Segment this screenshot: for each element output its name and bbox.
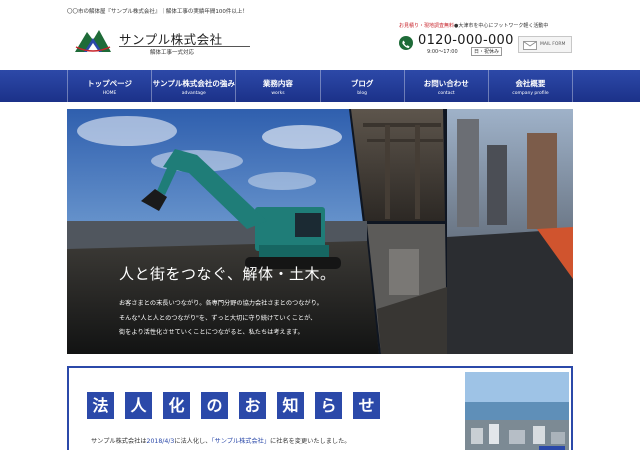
mail-form-label: MAIL FORM: [540, 42, 566, 47]
phone-number[interactable]: 0120-000-000: [418, 33, 514, 48]
hero-line-1: お客さまとの末長いつながり。各専門分野の協力会社さまとのつながり。: [119, 300, 323, 307]
news-title-char: 法: [87, 392, 114, 419]
news-title-char: の: [201, 392, 228, 419]
news-title-char: お: [239, 392, 266, 419]
global-nav: トップページ HOME サンプル株式会社の強み advantage 業務内容 w…: [0, 70, 640, 102]
nav-label: 会社概要: [515, 79, 546, 88]
phone-icon: [399, 36, 413, 50]
nav-label: サンプル株式会社の強み: [152, 79, 235, 88]
phone-closed-days: 日・祝休み: [471, 47, 503, 56]
service-area-note: ●大津市を中心にフットワーク軽く活動中: [454, 23, 549, 29]
nav-sublabel: HOME: [102, 91, 117, 96]
nav-sublabel: advantage: [181, 91, 206, 96]
nav-sublabel: contact: [437, 91, 455, 96]
logo-underline: [119, 46, 250, 47]
news-title-char: 知: [277, 392, 304, 419]
news-text-suffix: に社名を変更いたしました。: [270, 438, 351, 445]
hero-line-3: 街をより活性化させていくことにつながると、私たちは考えます。: [119, 329, 304, 336]
phone-hours: 9:00〜17:00: [427, 49, 458, 55]
mail-form-button[interactable]: MAIL FORM: [518, 36, 572, 53]
nav-item-home[interactable]: トップページ HOME: [67, 70, 151, 102]
nav-label: ブログ: [350, 79, 374, 88]
news-title-char: せ: [353, 392, 380, 419]
hero-line-2: そんな"人と人とのつながり"を、ずっと大切に守り続けていくことが、: [119, 315, 317, 322]
news-title-char: 化: [163, 392, 190, 419]
nav-label: トップページ: [87, 79, 133, 88]
mountain-logo-icon[interactable]: [73, 25, 113, 55]
news-text-mid: に法人化し、: [174, 438, 212, 445]
news-title-char: ら: [315, 392, 342, 419]
news-date-link[interactable]: 2018/4/3: [147, 438, 175, 445]
nav-sublabel: company profile: [512, 91, 549, 96]
nav-item-blog[interactable]: ブログ blog: [319, 70, 404, 102]
news-section: 法 人 化 の お 知 ら せ サンプル株式会社は2018/4/3に法人化し、「…: [67, 366, 573, 450]
news-text: サンプル株式会社は2018/4/3に法人化し、「サンプル株式会社」に社名を変更い…: [91, 436, 350, 445]
nav-item-company-profile[interactable]: 会社概要 company profile: [487, 70, 574, 102]
news-title: 法 人 化 の お 知 ら せ: [87, 392, 391, 419]
news-text-prefix: サンプル株式会社は: [91, 438, 147, 445]
mail-icon: [523, 41, 537, 50]
nav-item-contact[interactable]: お問い合わせ contact: [403, 70, 488, 102]
news-photo: [465, 372, 569, 450]
nav-sublabel: works: [271, 91, 285, 96]
top-notice: 〇〇市の解体屋『サンプル株式会社』｜解体工事の実績年間100件以上！: [67, 9, 248, 15]
hero-banner: 人と街をつなぐ、解体・土木。 お客さまとの末長いつながり。各専門分野の協力会社さ…: [67, 109, 573, 354]
nav-item-works[interactable]: 業務内容 works: [235, 70, 319, 102]
nav-item-advantage[interactable]: サンプル株式会社の強み advantage: [151, 70, 235, 102]
free-estimate-note: お見積り・現地調査無料: [399, 23, 455, 29]
nav-label: 業務内容: [262, 79, 293, 88]
logo-subtitle: 解体工事一式対応: [150, 50, 195, 56]
news-company-link[interactable]: 「サンプル株式会社」: [211, 438, 270, 445]
nav-sublabel: blog: [357, 91, 367, 96]
news-title-char: 人: [125, 392, 152, 419]
hero-heading: 人と街をつなぐ、解体・土木。: [119, 265, 336, 283]
nav-label: お問い合わせ: [423, 79, 469, 88]
